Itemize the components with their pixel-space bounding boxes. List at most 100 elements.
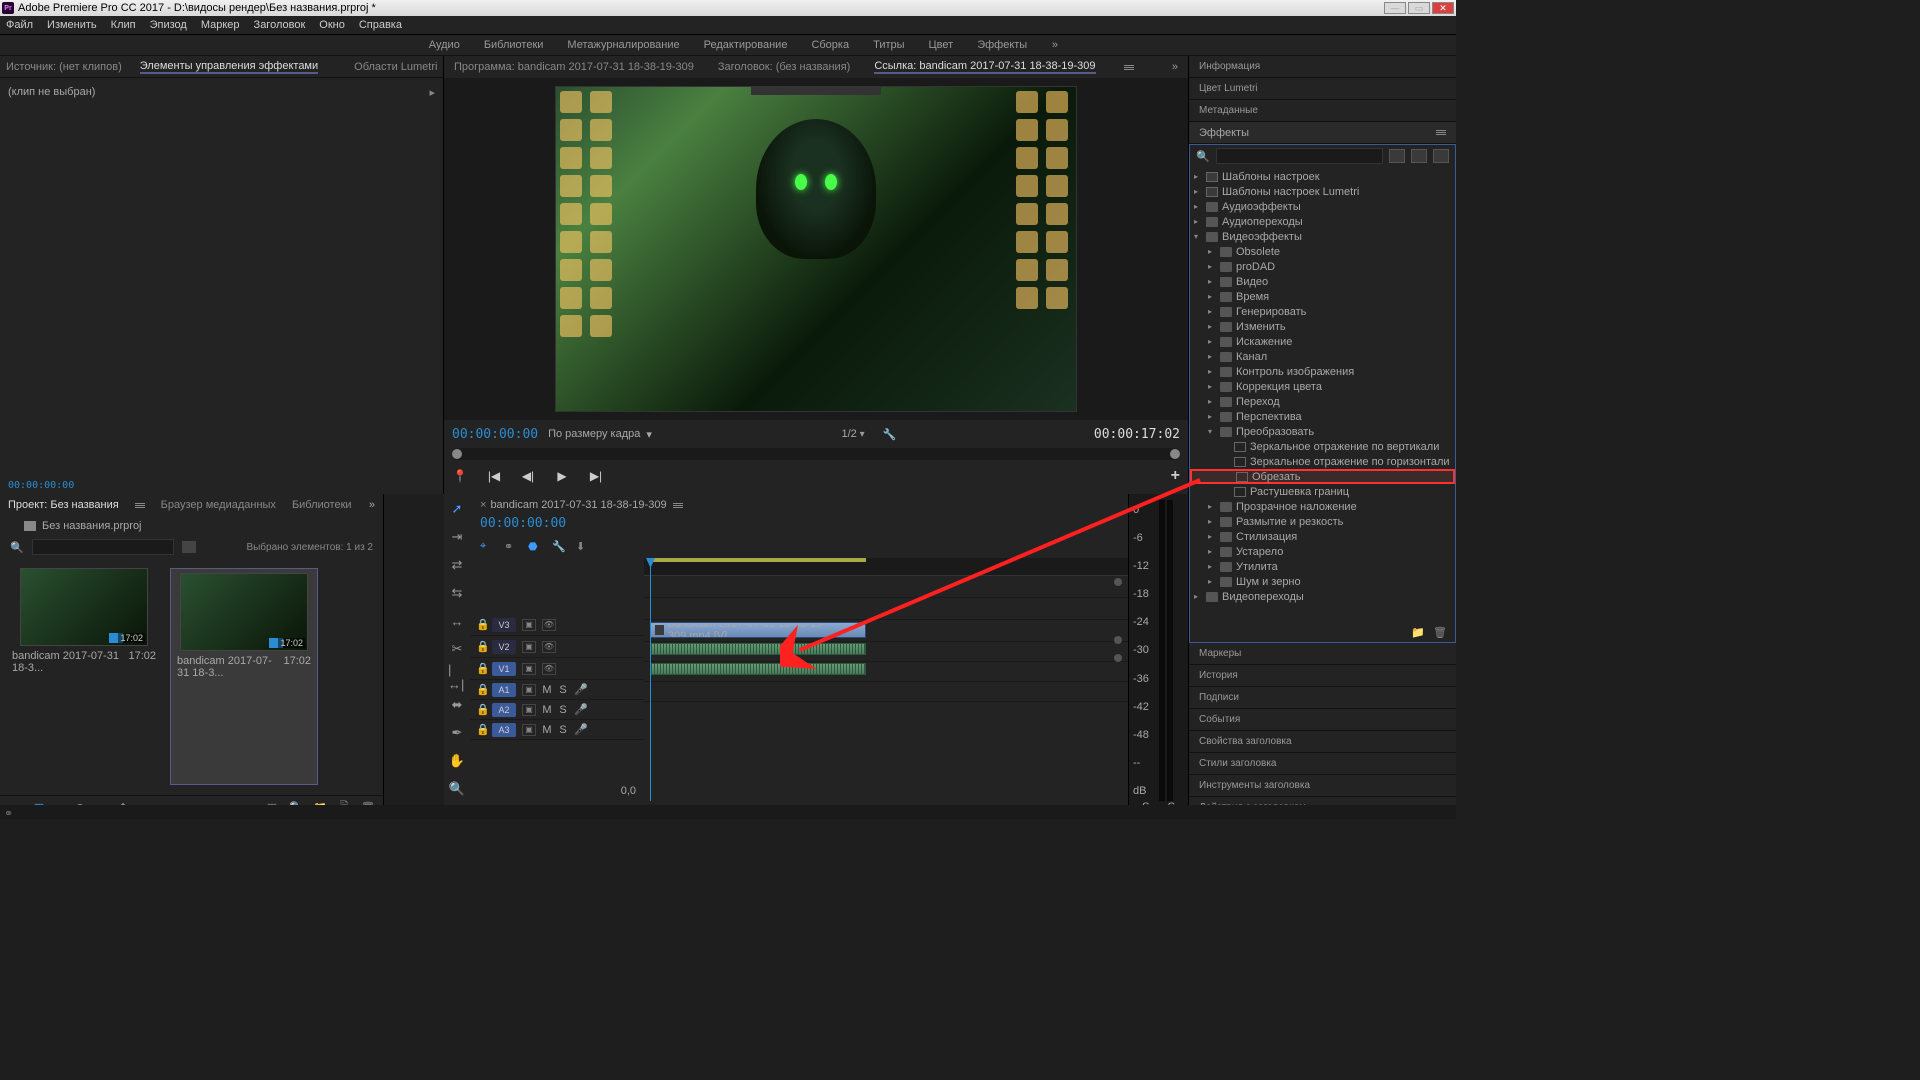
expand-icon[interactable]: ▸ — [1194, 217, 1202, 226]
tab-markers[interactable]: Маркеры — [1189, 643, 1456, 665]
bin-item[interactable]: 17:02 bandicam 2017-07-31 18-3...17:02 — [170, 568, 318, 785]
project-search-input[interactable] — [32, 539, 174, 555]
trash-icon[interactable]: 🗑 — [1433, 625, 1447, 639]
resolution-select[interactable]: 1/2 ▾ — [842, 428, 865, 440]
zoom-tool[interactable]: 🔍 — [448, 780, 466, 798]
expand-icon[interactable]: ▸ — [1208, 397, 1216, 406]
tree-item[interactable]: ▸Видеопереходы — [1190, 589, 1455, 604]
add-marker-icon[interactable]: 📍 — [452, 468, 468, 484]
settings-icon[interactable]: 🔧 — [552, 540, 566, 554]
track-row-v3[interactable] — [644, 576, 1128, 598]
tree-item[interactable]: Растушевка границ — [1190, 484, 1455, 499]
tab-title-styles[interactable]: Стили заголовка — [1189, 753, 1456, 775]
expand-icon[interactable]: ▸ — [1208, 262, 1216, 271]
workspace-titles[interactable]: Титры — [873, 39, 904, 51]
tree-item[interactable]: ▸Утилита — [1190, 559, 1455, 574]
workspace-effects[interactable]: Эффекты — [977, 39, 1027, 51]
menu-title[interactable]: Заголовок — [254, 19, 306, 31]
video-clip[interactable]: bandicam 2017-07-31 18-38-19-309.mp4 [V] — [650, 622, 866, 638]
lock-icon[interactable]: 🔒 — [476, 662, 486, 675]
tree-item[interactable]: Зеркальное отражение по вертикали — [1190, 439, 1455, 454]
tab-title-tools[interactable]: Инструменты заголовка — [1189, 775, 1456, 797]
panel-menu-icon[interactable] — [1436, 130, 1446, 135]
lock-icon[interactable]: 🔒 — [476, 618, 486, 631]
fx-yuv-icon[interactable] — [1433, 149, 1449, 163]
track-row-a1[interactable] — [644, 642, 1128, 662]
expand-icon[interactable]: ▸ — [1208, 577, 1216, 586]
tree-item[interactable]: ▸Перспектива — [1190, 409, 1455, 424]
panel-menu-icon[interactable] — [135, 503, 145, 508]
track-v1[interactable]: V1 — [492, 662, 516, 676]
menu-sequence[interactable]: Эпизод — [150, 19, 187, 31]
filter-icon[interactable] — [182, 541, 196, 553]
tab-title[interactable]: Заголовок: (без названия) — [718, 61, 850, 73]
mute-button[interactable]: M — [542, 704, 552, 716]
workspace-assembly[interactable]: Сборка — [811, 39, 849, 51]
track-a2[interactable]: A2 — [492, 703, 516, 717]
menu-clip[interactable]: Клип — [111, 19, 136, 31]
tab-reference[interactable]: Ссылка: bandicam 2017-07-31 18-38-19-309 — [874, 60, 1095, 74]
tree-item[interactable]: ▸Размытие и резкость — [1190, 514, 1455, 529]
tree-item[interactable]: ▸Аудиоэффекты — [1190, 199, 1455, 214]
tab-program[interactable]: Программа: bandicam 2017-07-31 18-38-19-… — [454, 61, 694, 73]
expand-icon[interactable]: ▸ — [1194, 592, 1202, 601]
zoom-select[interactable]: По размеру кадра▾ — [548, 428, 652, 441]
vertical-scrollbar[interactable] — [1114, 578, 1124, 797]
program-scrubber[interactable] — [452, 448, 1180, 460]
workspace-overflow[interactable]: » — [1052, 39, 1058, 51]
track-output[interactable]: 👁 — [542, 663, 556, 675]
tab-title-props[interactable]: Свойства заголовка — [1189, 731, 1456, 753]
solo-button[interactable]: S — [558, 724, 568, 736]
snap-icon[interactable]: ⌖ — [480, 540, 494, 554]
track-row-a3[interactable] — [644, 682, 1128, 702]
tab-metadata[interactable]: Метаданные — [1189, 100, 1456, 122]
lock-icon[interactable]: 🔒 — [476, 723, 486, 736]
minimize-button[interactable]: — — [1384, 2, 1406, 14]
hand-tool[interactable]: ✋ — [448, 752, 466, 770]
workspace-editing[interactable]: Редактирование — [704, 39, 788, 51]
ripple-tool[interactable]: ⇄ — [448, 556, 466, 574]
tree-item[interactable]: ▸Искажение — [1190, 334, 1455, 349]
pen-tool[interactable]: ✒ — [448, 724, 466, 742]
sequence-name[interactable]: bandicam 2017-07-31 18-38-19-309 — [490, 499, 666, 511]
menu-file[interactable]: Файл — [6, 19, 33, 31]
track-v2[interactable]: V2 — [492, 640, 516, 654]
tree-item[interactable]: ▸Видео — [1190, 274, 1455, 289]
track-output[interactable]: 👁 — [542, 641, 556, 653]
arrow-right-icon[interactable]: ▸ — [429, 86, 435, 99]
maximize-button[interactable]: ▭ — [1408, 2, 1430, 14]
tree-item[interactable]: ▸Шаблоны настроек Lumetri — [1190, 184, 1455, 199]
timeline-timecode[interactable]: 00:00:00:00 — [480, 516, 566, 531]
slide-tool[interactable]: ⬌ — [448, 696, 466, 714]
mic-icon[interactable]: 🎤 — [574, 703, 588, 716]
solo-button[interactable]: S — [558, 684, 568, 696]
expand-icon[interactable]: ▸ — [1208, 352, 1216, 361]
tab-info[interactable]: Информация — [1189, 56, 1456, 78]
expand-icon[interactable]: ▸ — [1208, 247, 1216, 256]
expand-icon[interactable]: ▾ — [1194, 232, 1202, 241]
tree-item[interactable]: ▸Переход — [1190, 394, 1455, 409]
zoom-value[interactable]: 0,0 — [621, 785, 636, 797]
tree-item[interactable]: Обрезать — [1190, 469, 1455, 484]
tree-item[interactable]: ▾Преобразовать — [1190, 424, 1455, 439]
workspace-color[interactable]: Цвет — [929, 39, 954, 51]
tab-lumetri-scopes[interactable]: Области Lumetri — [354, 61, 437, 73]
effects-tree[interactable]: ▸Шаблоны настроек▸Шаблоны настроек Lumet… — [1190, 167, 1455, 622]
tree-item[interactable]: ▸proDAD — [1190, 259, 1455, 274]
program-monitor[interactable] — [555, 86, 1077, 412]
menu-marker[interactable]: Маркер — [201, 19, 240, 31]
rate-stretch-tool[interactable]: ↔ — [448, 612, 466, 630]
expand-icon[interactable]: ▸ — [1208, 382, 1216, 391]
expand-icon[interactable]: ▸ — [1208, 502, 1216, 511]
expand-icon[interactable]: ▸ — [1208, 337, 1216, 346]
tab-captions[interactable]: Подписи — [1189, 687, 1456, 709]
source-timecode[interactable]: 00:00:00:00 — [8, 480, 74, 491]
link-icon[interactable]: ⚭ — [504, 540, 518, 554]
tree-item[interactable]: ▸Шаблоны настроек — [1190, 169, 1455, 184]
expand-icon[interactable]: ▸ — [1208, 517, 1216, 526]
prev-frame-icon[interactable]: ◀| — [520, 468, 536, 484]
tree-item[interactable]: ▸Время — [1190, 289, 1455, 304]
tab-effect-controls[interactable]: Элементы управления эффектами — [140, 60, 318, 74]
panel-menu-icon[interactable] — [1124, 65, 1134, 70]
track-row-v2[interactable] — [644, 598, 1128, 620]
